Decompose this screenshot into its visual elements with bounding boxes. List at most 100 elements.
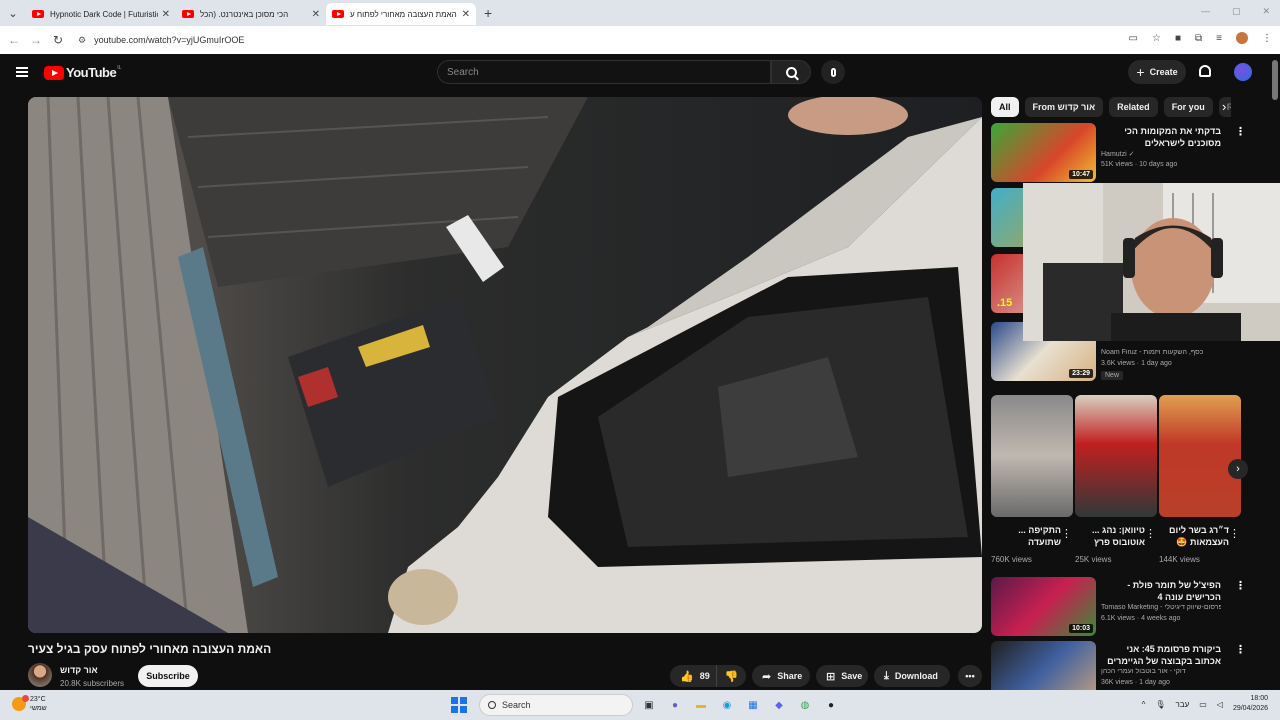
browser-tab-2[interactable]: הכי מסוכן באינטרנט. (הכל ✕ (176, 3, 326, 25)
video-card-channel[interactable]: Hamutzi ✓ (1101, 150, 1221, 158)
video-thumbnail[interactable]: 10:47 (991, 123, 1096, 182)
card-more-icon[interactable]: ⋮ (1235, 643, 1246, 656)
extensions-puzzle-icon[interactable]: ⧉ (1195, 33, 1202, 44)
youtube-logo[interactable]: YouTube IL (44, 65, 121, 80)
channel-avatar[interactable] (28, 663, 52, 687)
recommendation-card[interactable]: 10:47 בדקתי את המקומות הכי מסוכנים לישרא… (991, 123, 1251, 183)
new-badge: New (1101, 371, 1124, 380)
short-more-icon[interactable]: ⋮ (1229, 527, 1240, 540)
card-more-icon[interactable]: ⋮ (1235, 579, 1246, 592)
close-tab-icon[interactable]: ✕ (162, 9, 170, 20)
account-avatar[interactable] (1234, 63, 1252, 81)
chrome-icon[interactable]: ◍ (795, 695, 815, 715)
short-title: טיוואן: נהג ... אוטובוס פרץ (1092, 525, 1145, 547)
teams-icon[interactable]: ● (665, 695, 685, 715)
browser-tab-3[interactable]: האמת העצובה מאחורי לפתוח ע ✕ (326, 3, 476, 25)
chip-related[interactable]: Related (1109, 97, 1158, 117)
chevron-up-icon[interactable]: ^ (1142, 700, 1146, 709)
app-icon[interactable]: ● (821, 695, 841, 715)
chevron-right-icon[interactable]: › (1222, 99, 1226, 114)
forward-icon[interactable]: → (25, 33, 47, 47)
like-button[interactable]: 👍 89 (670, 665, 716, 687)
tab-search-menu[interactable]: ⌄ (0, 0, 26, 26)
save-button[interactable]: ⊞ Save (816, 665, 868, 687)
shorts-next-button[interactable]: › (1228, 459, 1248, 479)
search-button[interactable] (771, 60, 811, 84)
card-more-icon[interactable]: ⋮ (1235, 125, 1246, 138)
search-input[interactable]: Search (437, 60, 771, 84)
volume-icon[interactable]: ◁ (1217, 700, 1223, 709)
short-more-icon[interactable]: ⋮ (1061, 527, 1072, 540)
minimize-icon[interactable]: — (1201, 6, 1210, 17)
chip-all[interactable]: All (991, 97, 1019, 117)
dislike-button[interactable]: 👎 (716, 665, 746, 687)
weather-widget[interactable]: 23°C שמשי (12, 695, 47, 713)
discord-icon[interactable]: ◆ (769, 695, 789, 715)
short-more-icon[interactable]: ⋮ (1145, 527, 1156, 540)
bookmark-star-icon[interactable]: ☆ (1152, 33, 1161, 44)
short-thumbnail[interactable] (1075, 395, 1157, 517)
task-view-icon[interactable]: ▣ (639, 695, 659, 715)
video-card-channel[interactable]: Noam Firuz - כסף, השקעות ויזמות (1101, 349, 1221, 356)
recommendation-card[interactable]: 10:03 הפיצ'ל של תומר פולת - הכרישים עונה… (991, 577, 1251, 637)
youtube-header: YouTube IL Search + Create (0, 54, 1280, 92)
taskbar-search[interactable]: Search (479, 694, 633, 716)
like-count: 89 (699, 671, 710, 681)
media-control-icon[interactable]: ≡ (1216, 33, 1222, 44)
chip-for-you[interactable]: For you (1163, 97, 1213, 117)
video-title: האמת העצובה מאחורי לפתוח עסק בגיל צעיר (28, 642, 272, 656)
back-icon[interactable]: ← (3, 33, 25, 47)
video-duration: 10:03 (1069, 624, 1093, 633)
browser-menu-icon[interactable]: ⋮ (1262, 33, 1272, 44)
close-tab-icon[interactable]: ✕ (462, 9, 470, 20)
share-button[interactable]: ➦ Share (752, 665, 810, 687)
search-icon (488, 701, 496, 709)
new-tab-button[interactable]: + (484, 5, 492, 21)
create-button[interactable]: + Create (1128, 60, 1186, 84)
store-icon[interactable]: ▦ (743, 695, 763, 715)
temperature: 23°C (30, 696, 46, 703)
microphone-tray-icon[interactable]: 🎙 (1155, 700, 1165, 709)
maximize-icon[interactable]: ▢ (1232, 6, 1241, 17)
video-thumbnail[interactable]: 10:03 (991, 577, 1096, 636)
page-scrollbar[interactable] (1272, 60, 1278, 100)
more-actions-button[interactable]: ••• (958, 665, 982, 687)
network-icon[interactable]: ▭ (1199, 700, 1207, 709)
voice-search-button[interactable] (821, 60, 845, 84)
clock[interactable]: 18:00 29/04/2026 (1233, 694, 1268, 714)
webcam-image (1023, 183, 1280, 341)
cast-icon[interactable]: ▭ (1129, 33, 1138, 44)
language-indicator[interactable]: עבר (1176, 700, 1190, 709)
microphone-icon (830, 67, 836, 77)
close-window-icon[interactable]: ✕ (1262, 6, 1270, 17)
extension-icon[interactable]: ■ (1175, 33, 1181, 44)
video-card-channel[interactable]: דוקי - אור בוטבול ועמרי הכהן (1101, 668, 1221, 675)
download-button[interactable]: ⤓ Download (874, 665, 950, 687)
start-button[interactable] (451, 697, 467, 713)
file-explorer-icon[interactable]: ▬ (691, 695, 711, 715)
video-duration: .15 (997, 297, 1013, 309)
share-label: Share (777, 671, 803, 681)
short-thumbnail[interactable] (991, 395, 1073, 517)
plus-icon: + (1136, 64, 1145, 80)
subscribe-button[interactable]: Subscribe (138, 665, 198, 687)
reload-icon[interactable]: ↻ (47, 33, 69, 47)
date: 29/04/2026 (1232, 705, 1268, 712)
site-info-icon[interactable]: ⚙ (78, 35, 86, 46)
chip-from-channel[interactable]: From אור קדוש (1024, 97, 1104, 117)
video-duration: 10:47 (1069, 170, 1093, 179)
video-player[interactable] (28, 97, 982, 633)
browser-tab-1[interactable]: Hypnotic Dark Code | Futuristic ✕ (26, 3, 176, 25)
channel-name[interactable]: אור קדוש (60, 665, 98, 675)
short-thumbnail[interactable] (1159, 395, 1241, 517)
menu-icon[interactable] (16, 67, 28, 77)
video-card-channel[interactable]: Tomaso Marketing - רד פרסום-שיווק דיגיטל… (1101, 604, 1221, 611)
short-title: ד״רג בשר ליום העצמאות 🤩 (1169, 525, 1229, 547)
thumbs-up-icon: 👍 (680, 670, 694, 683)
thumbs-down-icon: 👎 (724, 670, 739, 683)
edge-icon[interactable]: ◉ (717, 695, 737, 715)
close-tab-icon[interactable]: ✕ (312, 9, 320, 20)
profile-avatar[interactable] (1236, 32, 1248, 44)
url-field[interactable]: ⚙ youtube.com/watch?v=yjUGmuIrOOE (78, 30, 1148, 50)
notifications-bell-icon[interactable] (1199, 65, 1211, 77)
